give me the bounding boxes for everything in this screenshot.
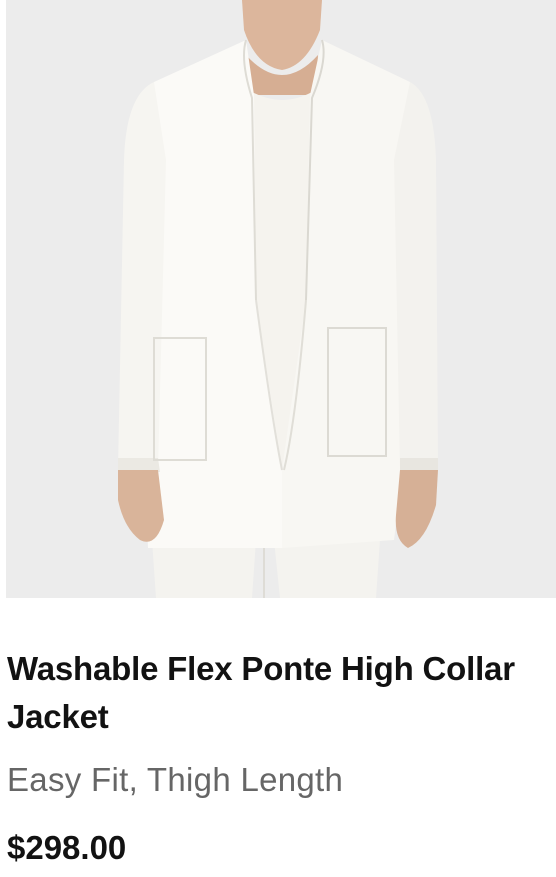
product-card[interactable]: Washable Flex Ponte High Collar Jacket E… xyxy=(0,0,556,877)
product-photo[interactable] xyxy=(6,0,556,598)
product-subtitle: Easy Fit, Thigh Length xyxy=(7,761,344,798)
product-title[interactable]: Washable Flex Ponte High Collar Jacket xyxy=(7,645,527,741)
product-price: $298.00 xyxy=(7,829,127,866)
